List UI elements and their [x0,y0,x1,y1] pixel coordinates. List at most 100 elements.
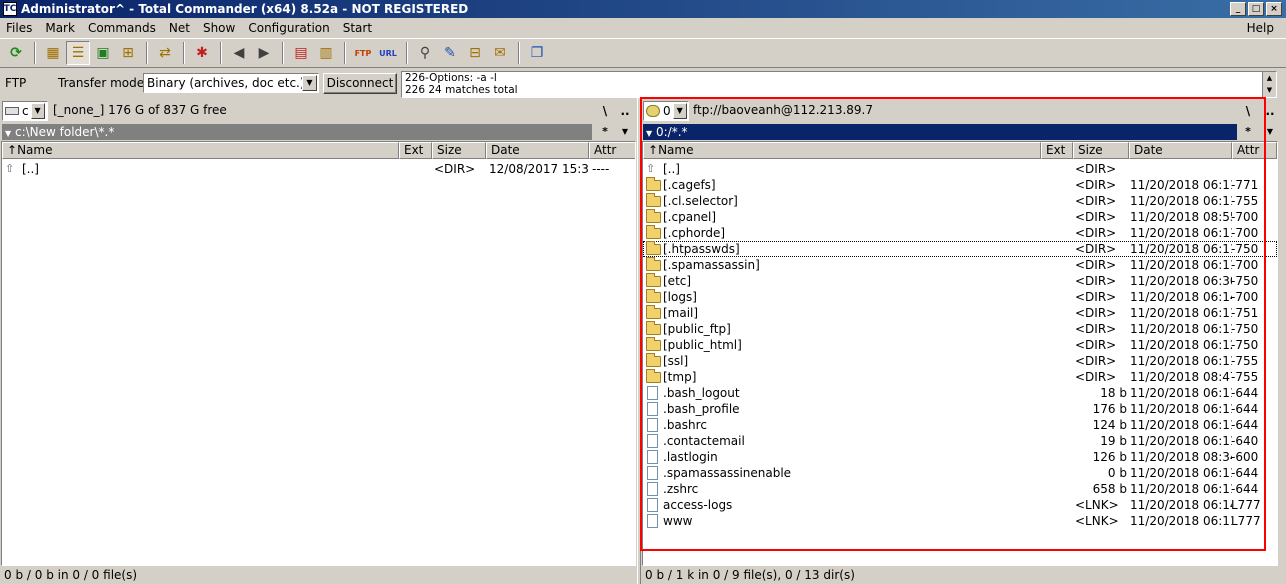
panel-splitter[interactable] [637,98,641,584]
table-row[interactable]: [.cpanel] <DIR> 11/20/2018 08:55 -700 [643,209,1277,225]
left-hotlist-button[interactable]: ▼ [616,123,634,141]
pack-files-icon[interactable]: ▤ [289,41,313,65]
row-date: 12/08/2017 15:37 [489,162,589,176]
table-row[interactable]: .bash_logout 18 b 11/20/2018 06:11 -644 [643,385,1277,401]
maximize-button[interactable]: □ [1248,2,1264,16]
table-row[interactable]: [.cphorde] <DIR> 11/20/2018 06:11 -700 [643,225,1277,241]
menu-configuration[interactable]: Configuration [248,21,329,35]
search-binoculars-icon[interactable]: ⚲ [413,41,437,65]
folder-icon [646,193,661,207]
row-size: <DIR> [1075,226,1117,240]
menu-start[interactable]: Start [343,21,372,35]
right-col-size[interactable]: Size [1073,142,1129,159]
close-button[interactable]: × [1266,2,1282,16]
thumbnails-icon[interactable]: ▣ [91,41,115,65]
right-col-attr[interactable]: Attr [1232,142,1277,159]
full-view-icon[interactable]: ☰ [66,41,90,65]
row-name: [..] [22,162,39,176]
menu-files[interactable]: Files [6,21,32,35]
table-row[interactable]: [public_html] <DIR> 11/20/2018 06:12 -750 [643,337,1277,353]
table-row[interactable]: [logs] <DIR> 11/20/2018 06:14 -700 [643,289,1277,305]
table-row[interactable]: ⇧ [..] <DIR> 12/08/2017 15:37 ---- [2,161,635,177]
row-attr: -644 [1231,418,1259,432]
right-parent-button[interactable]: .. [1261,102,1279,120]
minimize-button[interactable]: _ [1230,2,1246,16]
table-row[interactable]: [etc] <DIR> 11/20/2018 06:30 -750 [643,273,1277,289]
table-row[interactable]: .lastlogin 126 b 11/20/2018 08:34 -600 [643,449,1277,465]
left-drive-letter: c [22,104,29,118]
chevron-down-icon[interactable]: ▼ [302,75,317,91]
table-row[interactable]: ⇧ [..] <DIR> [643,161,1277,177]
left-root-button[interactable]: \ [596,102,614,120]
left-col-name[interactable]: ↑Name [2,142,399,159]
left-history-star-button[interactable]: * [596,123,614,141]
notepad-icon[interactable]: ✉ [488,41,512,65]
menu-commands[interactable]: Commands [88,21,156,35]
right-col-name[interactable]: ↑Name [643,142,1041,159]
left-file-list[interactable]: ↑Name Ext Size Date Attr ⇧ [..] <DIR> 12… [1,141,636,566]
compare-dirs-icon[interactable]: ⇄ [153,41,177,65]
row-attr: -755 [1231,194,1259,208]
sync-dirs-icon[interactable]: ⊟ [463,41,487,65]
link-file-icon [647,498,658,512]
left-path-bar[interactable]: ▼ c:\New folder\*.* [2,124,592,140]
refresh-icon[interactable]: ⟳ [4,41,28,65]
unpack-files-icon[interactable]: ▥ [314,41,338,65]
menu-help[interactable]: Help [1247,21,1274,35]
right-file-list[interactable]: ↑Name Ext Size Date Attr ⇧ [..] <DIR> [.cag… [642,141,1278,566]
copy-names-icon[interactable]: ❐ [525,41,549,65]
back-arrow-icon[interactable]: ◀ [227,41,251,65]
select-files-icon[interactable]: ✱ [190,41,214,65]
right-history-star-button[interactable]: * [1239,123,1257,141]
right-root-button[interactable]: \ [1239,102,1257,120]
ftp-url-icon[interactable]: URL [376,41,400,65]
table-row[interactable]: .contactemail 19 b 11/20/2018 06:11 -640 [643,433,1277,449]
right-drive-select[interactable]: 0 ▼ [643,101,689,121]
left-col-ext[interactable]: Ext [399,142,432,159]
multi-rename-icon[interactable]: ✎ [438,41,462,65]
right-col-date[interactable]: Date [1129,142,1232,159]
table-row[interactable]: .bashrc 124 b 11/20/2018 06:11 -644 [643,417,1277,433]
menu-net[interactable]: Net [169,21,190,35]
tree-view-icon[interactable]: ⊞ [116,41,140,65]
table-row[interactable]: .spamassassinenable 0 b 11/20/2018 06:11 -6… [643,465,1277,481]
ftp-connect-icon[interactable]: FTP [351,41,375,65]
toolbar-separator [518,42,520,64]
ftp-log-scrollbar[interactable]: ▲ ▼ [1262,72,1276,97]
table-row[interactable]: [public_ftp] <DIR> 11/20/2018 06:11 -750 [643,321,1277,337]
table-row[interactable]: [mail] <DIR> 11/20/2018 06:11 -751 [643,305,1277,321]
right-path-bar[interactable]: ▼ 0:/*.* [643,124,1237,140]
table-row[interactable]: [tmp] <DIR> 11/20/2018 08:47 -755 [643,369,1277,385]
table-row[interactable]: .zshrc 658 b 11/20/2018 06:11 -644 [643,481,1277,497]
table-row[interactable]: [.cl.selector] <DIR> 11/20/2018 06:11 -755 [643,193,1277,209]
ftp-label: FTP [5,76,27,90]
menu-mark[interactable]: Mark [45,21,75,35]
row-attr: -755 [1231,370,1259,384]
table-row[interactable]: access-logs <LNK> 11/20/2018 06:14 L777 [643,497,1277,513]
folder-icon [646,305,661,319]
brief-view-icon[interactable]: ▦ [41,41,65,65]
table-row[interactable]: [.htpasswds] <DIR> 11/20/2018 06:11 -750 [643,241,1277,257]
chevron-down-icon[interactable]: ▼ [30,103,45,119]
table-row[interactable]: www <LNK> 11/20/2018 06:11 L777 [643,513,1277,529]
left-drive-select[interactable]: c ▼ [2,101,48,121]
forward-arrow-icon[interactable]: ▶ [252,41,276,65]
right-hotlist-button[interactable]: ▼ [1261,123,1279,141]
row-date: 11/20/2018 08:47 [1130,370,1232,384]
left-col-attr[interactable]: Attr [589,142,635,159]
left-parent-button[interactable]: .. [616,102,634,120]
row-name: [ssl] [663,354,689,368]
disconnect-button[interactable]: Disconnect [323,73,397,94]
table-row[interactable]: [.spamassassin] <DIR> 11/20/2018 06:11 -700 [643,257,1277,273]
table-row[interactable]: .bash_profile 176 b 11/20/2018 06:11 -644 [643,401,1277,417]
left-col-size[interactable]: Size [432,142,486,159]
right-col-ext[interactable]: Ext [1041,142,1073,159]
ftp-log[interactable]: 226-Options: -a -l 226 24 matches total … [401,71,1277,98]
row-date: 11/20/2018 06:11 [1130,178,1232,192]
chevron-down-icon[interactable]: ▼ [672,103,687,119]
menu-show[interactable]: Show [203,21,235,35]
left-col-date[interactable]: Date [486,142,589,159]
table-row[interactable]: [ssl] <DIR> 11/20/2018 06:11 -755 [643,353,1277,369]
table-row[interactable]: [.cagefs] <DIR> 11/20/2018 06:11 -771 [643,177,1277,193]
transfer-mode-select[interactable]: Binary (archives, doc etc.) ▼ [143,73,319,93]
